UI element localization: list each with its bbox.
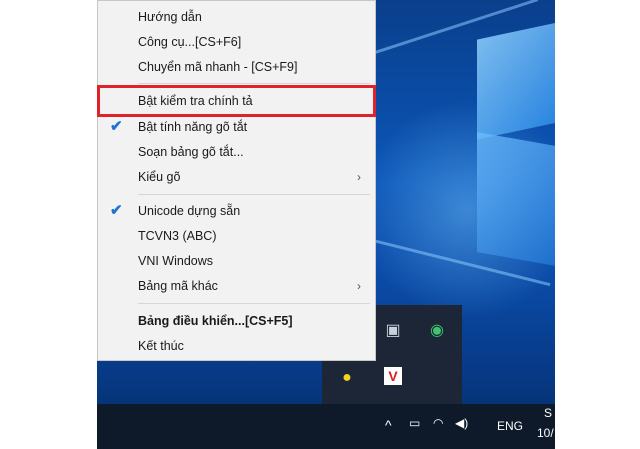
menu-separator [138, 194, 370, 195]
menu-item-ket-thuc[interactable]: Kết thúc [98, 334, 375, 358]
menu-item-label: Soạn bảng gõ tắt... [138, 145, 244, 159]
menu-item-huong-dan[interactable]: Hướng dẫn [98, 5, 375, 29]
menu-item-label: Bật tính năng gõ tắt [138, 120, 248, 134]
menu-item-label: TCVN3 (ABC) [138, 229, 217, 243]
menu-item-bang-dieu-khien[interactable]: Bảng điều khiển...[CS+F5] [98, 309, 375, 333]
menu-item-label: Kiểu gõ [138, 170, 181, 184]
clock-time[interactable]: S [544, 406, 552, 420]
menu-item-label: Chuyển mã nhanh - [CS+F9] [138, 60, 298, 74]
menu-item-label: Công cụ...[CS+F6] [138, 35, 242, 49]
menu-item-soan-bang-go-tat[interactable]: Soạn bảng gõ tắt... [98, 140, 375, 164]
clock-date[interactable]: 10/ [537, 426, 554, 440]
windows-logo-pane-top [477, 20, 555, 140]
checkmark-icon: ✔ [110, 202, 123, 219]
wifi-icon[interactable]: ◠ [433, 416, 443, 430]
checkmark-icon: ✔ [110, 118, 123, 135]
submenu-arrow-icon: › [357, 279, 361, 293]
monitor-icon[interactable]: ▣ [382, 319, 404, 341]
menu-item-label: Bảng mã khác [138, 279, 218, 293]
menu-item-bat-tinh-nang-go-tat[interactable]: ✔ Bật tính năng gõ tắt [98, 115, 375, 139]
menu-item-label: Kết thúc [138, 339, 184, 353]
menu-item-label: Unicode dựng sẵn [138, 204, 241, 218]
menu-item-tcvn3[interactable]: TCVN3 (ABC) [98, 224, 375, 248]
red-highlight-box [97, 85, 376, 117]
unikey-context-menu: Hướng dẫn Công cụ...[CS+F6] Chuyển mã nh… [97, 0, 376, 361]
menu-item-label: Bảng điều khiển...[CS+F5] [138, 314, 293, 328]
menu-separator [138, 83, 370, 84]
v-app-icon[interactable]: V [384, 367, 402, 385]
menu-item-chuyen-ma-nhanh[interactable]: Chuyển mã nhanh - [CS+F9] [98, 55, 375, 79]
show-hidden-icons-button[interactable]: ^ [385, 417, 392, 433]
submenu-arrow-icon: › [357, 170, 361, 184]
windows-logo-pane-bottom [477, 132, 555, 268]
menu-item-kieu-go[interactable]: Kiểu gõ › [98, 165, 375, 189]
menu-item-vni-windows[interactable]: VNI Windows [98, 249, 375, 273]
battery-icon[interactable]: ▭ [409, 416, 420, 430]
language-indicator[interactable]: ENG [497, 419, 523, 433]
network-globe-icon[interactable]: ◉ [426, 319, 448, 341]
menu-item-label: Hướng dẫn [138, 10, 202, 24]
menu-item-cong-cu[interactable]: Công cụ...[CS+F6] [98, 30, 375, 54]
volume-icon[interactable]: ◀) [455, 416, 468, 430]
menu-item-label: VNI Windows [138, 254, 214, 268]
yellow-note-icon[interactable]: ● [336, 367, 358, 389]
menu-separator [138, 303, 370, 304]
menu-item-unicode-dung-san[interactable]: ✔ Unicode dựng sẵn [98, 199, 375, 223]
taskbar: ^ ▭ ◠ ◀) ENG S 10/ [97, 404, 555, 449]
menu-item-bang-ma-khac[interactable]: Bảng mã khác › [98, 274, 375, 298]
